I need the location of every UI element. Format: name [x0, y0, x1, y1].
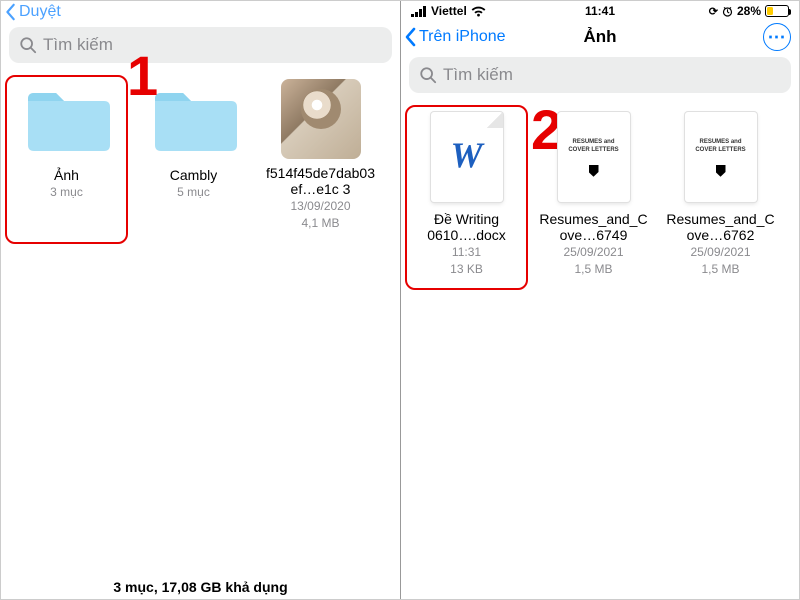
- back-button[interactable]: Duyệt: [5, 3, 61, 21]
- storage-footer: 3 mục, 17,08 GB khả dụng: [1, 579, 400, 595]
- item-name: Resumes_and_Cove…6762: [663, 211, 778, 243]
- file-grid: Ảnh 3 mục Cambly 5 mục f514f45de7dab03ef…: [1, 69, 400, 250]
- item-date: 25/09/2021: [690, 245, 750, 259]
- item-name: Resumes_and_Cove…6749: [536, 211, 651, 243]
- battery-pct: 28%: [737, 4, 761, 18]
- file-grid: W Đề Writing 0610….docx 11:31 13 KB RESU…: [401, 99, 799, 296]
- search-wrap: Tìm kiếm: [401, 53, 799, 99]
- back-label: Duyệt: [19, 3, 61, 21]
- folder-icon: [24, 79, 110, 161]
- back-button[interactable]: Trên iPhone: [405, 27, 506, 47]
- rotation-lock-icon: ⟳: [709, 5, 718, 18]
- nav-title: Ảnh: [583, 27, 616, 47]
- status-right: ⟳ 28%: [709, 4, 789, 18]
- item-name: Ảnh: [54, 167, 79, 183]
- item-size: 1,5 MB: [574, 262, 612, 276]
- word-icon: W: [450, 134, 482, 176]
- chevron-left-icon: [5, 3, 17, 21]
- search-placeholder: Tìm kiếm: [443, 65, 513, 85]
- item-date: 13/09/2020: [290, 199, 350, 213]
- doc-thumbnail: RESUMES and COVER LETTERS: [678, 109, 764, 205]
- nav-bar: Duyệt: [1, 1, 400, 23]
- signal-icon: [411, 6, 427, 17]
- status-time: 11:41: [585, 4, 615, 18]
- item-sub: 5 mục: [177, 185, 210, 199]
- search-input[interactable]: Tìm kiếm: [409, 57, 791, 93]
- chevron-left-icon: [405, 27, 417, 47]
- folder-anh[interactable]: Ảnh 3 mục: [9, 79, 124, 240]
- image-thumbnail: [281, 79, 361, 159]
- file-docx[interactable]: W Đề Writing 0610….docx 11:31 13 KB: [409, 109, 524, 286]
- item-size: 13 KB: [450, 262, 483, 276]
- doc-thumbnail: RESUMES and COVER LETTERS: [551, 109, 637, 205]
- item-size: 4,1 MB: [301, 216, 339, 230]
- item-sub: 3 mục: [50, 185, 83, 199]
- search-wrap: Tìm kiếm: [1, 23, 400, 69]
- folder-cambly[interactable]: Cambly 5 mục: [136, 79, 251, 240]
- item-date: 11:31: [452, 245, 481, 259]
- status-bar: Viettel 11:41 ⟳ 28%: [401, 1, 799, 21]
- file-photo[interactable]: f514f45de7dab03ef…e1c 3 13/09/2020 4,1 M…: [263, 79, 378, 240]
- more-button[interactable]: ⋯: [763, 23, 791, 51]
- alarm-icon: [722, 6, 733, 17]
- search-icon: [419, 66, 437, 84]
- doc-thumbnail: W: [424, 109, 510, 205]
- nav-bar: Trên iPhone Ảnh ⋯: [401, 21, 799, 53]
- status-left: Viettel: [411, 4, 486, 18]
- search-icon: [19, 36, 37, 54]
- right-pane: Viettel 11:41 ⟳ 28% Trên iPhone Ảnh ⋯ Tì…: [400, 1, 799, 599]
- carrier-label: Viettel: [431, 4, 467, 18]
- item-name: f514f45de7dab03ef…e1c 3: [263, 165, 378, 197]
- item-name: Đề Writing 0610….docx: [409, 211, 524, 243]
- file-pdf-2[interactable]: RESUMES and COVER LETTERS Resumes_and_Co…: [663, 109, 778, 286]
- item-date: 25/09/2021: [563, 245, 623, 259]
- item-name: Cambly: [170, 167, 217, 183]
- left-pane: Duyệt Tìm kiếm 1 Ảnh 3 mục Cambly 5 mục: [1, 1, 400, 599]
- wifi-icon: [471, 6, 486, 17]
- folder-icon: [151, 79, 237, 161]
- search-placeholder: Tìm kiếm: [43, 35, 113, 55]
- search-input[interactable]: Tìm kiếm: [9, 27, 392, 63]
- back-label: Trên iPhone: [419, 28, 506, 46]
- item-size: 1,5 MB: [701, 262, 739, 276]
- battery-icon: [765, 5, 789, 17]
- file-pdf-1[interactable]: RESUMES and COVER LETTERS Resumes_and_Co…: [536, 109, 651, 286]
